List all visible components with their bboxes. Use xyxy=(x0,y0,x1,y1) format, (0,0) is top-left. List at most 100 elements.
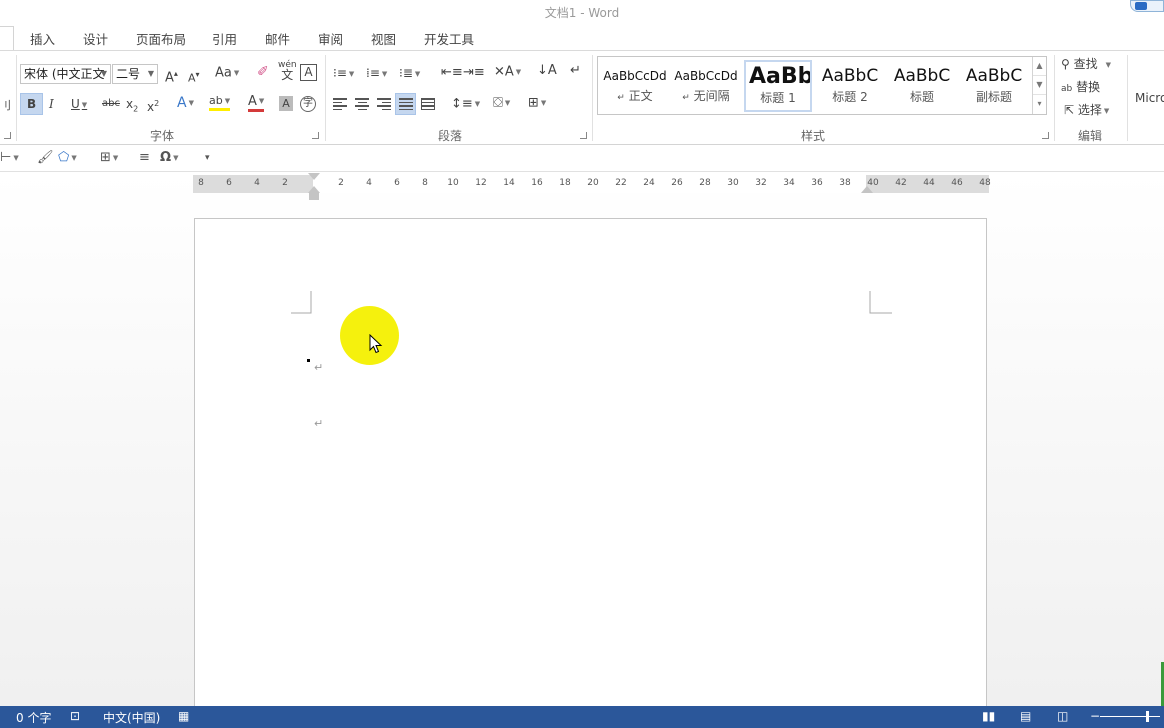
tab-references[interactable]: 引用 xyxy=(212,29,237,48)
character-shading-button[interactable]: A xyxy=(279,96,293,111)
enclose-characters-button[interactable]: 字 xyxy=(300,96,316,112)
multilevel-list-icon: ⁝≣ xyxy=(399,66,413,80)
qat-wrap-button[interactable]: ≡ xyxy=(139,150,150,165)
ruler-tick-label: 18 xyxy=(559,178,571,188)
show-marks-icon[interactable]: ↵ xyxy=(570,62,581,80)
tab-mailings[interactable]: 邮件 xyxy=(265,29,290,48)
style-subtitle[interactable]: AaBbC 副标题 xyxy=(960,60,1028,112)
align-left-icon[interactable] xyxy=(333,98,347,110)
style-normal[interactable]: AaBbCcDd ↵ 正文 xyxy=(602,60,668,112)
paragraph-launcher-icon[interactable] xyxy=(580,132,587,139)
hanging-indent-marker[interactable] xyxy=(308,186,320,193)
sort-icon[interactable]: ↓A xyxy=(537,62,557,80)
shrink-font-button[interactable]: A▾ xyxy=(188,66,200,88)
phonetic-guide-button[interactable]: wén 文 xyxy=(278,60,297,82)
tab-view[interactable]: 视图 xyxy=(371,29,396,48)
qat-clipped-button[interactable]: ⊢ ▼ xyxy=(0,150,19,165)
font-color-button[interactable]: A ▼ xyxy=(248,94,265,112)
chevron-down-icon[interactable]: ▼ xyxy=(1033,76,1046,95)
replace-label: 替换 xyxy=(1076,80,1101,94)
macro-recording-icon[interactable]: ▦ xyxy=(178,709,189,723)
qat-table-button[interactable]: ⊞ ▼ xyxy=(100,150,118,165)
chevron-up-icon[interactable]: ▲ xyxy=(1033,57,1046,76)
align-center-icon[interactable] xyxy=(355,98,369,110)
proofing-icon[interactable]: ⊡ xyxy=(70,709,80,723)
bold-button[interactable]: B xyxy=(27,95,36,113)
left-indent-marker[interactable] xyxy=(309,193,319,200)
tab-layout[interactable]: 页面布局 xyxy=(136,29,186,48)
right-indent-marker[interactable] xyxy=(861,186,873,193)
qat-shapes-button[interactable]: ⬠ ▼ xyxy=(58,150,77,165)
qat-format-painter-icon[interactable]: 🖌 xyxy=(37,150,54,165)
underline-button[interactable]: U ▼ xyxy=(71,95,87,114)
character-border-button[interactable]: A xyxy=(300,64,317,81)
subscript-button[interactable]: x2 xyxy=(126,95,138,118)
tab-design[interactable]: 设计 xyxy=(83,29,108,48)
clipboard-fragment: 刂 xyxy=(0,99,11,112)
replace-button[interactable]: ab 替换 xyxy=(1061,78,1100,98)
style-no-spacing[interactable]: AaBbCcDd ↵ 无间隔 xyxy=(672,60,740,112)
distributed-icon[interactable] xyxy=(421,98,435,110)
style-no-spacing-label: 无间隔 xyxy=(693,89,730,103)
word-count[interactable]: 0 个字 xyxy=(16,709,51,726)
italic-button[interactable]: I xyxy=(49,95,54,113)
tab-review[interactable]: 审阅 xyxy=(318,29,343,48)
select-button[interactable]: ⇱ 选择 ▼ xyxy=(1064,101,1109,120)
style-heading-1[interactable]: AaBb 标题 1 xyxy=(744,60,812,112)
gallery-more-icon[interactable]: ▾ xyxy=(1033,95,1046,114)
ruler-tick-label: 46 xyxy=(951,178,963,188)
zoom-slider[interactable] xyxy=(1100,716,1160,717)
paragraph-shading-button[interactable]: ⛋ ▼ xyxy=(493,94,510,113)
zoom-slider-thumb[interactable] xyxy=(1146,711,1149,722)
qat-customize-icon[interactable]: ▾ xyxy=(205,153,210,163)
multilevel-list-button[interactable]: ⁝≣ ▼ xyxy=(399,64,420,83)
addin-label-cutoff[interactable]: Micro xyxy=(1135,89,1164,107)
ruler-tick-label: 2 xyxy=(282,178,288,188)
line-spacing-button[interactable]: ↕≡ ▼ xyxy=(451,95,480,114)
ruler-tick-label: 8 xyxy=(422,178,428,188)
tab-home-edge[interactable] xyxy=(0,26,14,50)
read-mode-icon[interactable]: ▮▮ xyxy=(982,709,995,723)
change-case-button[interactable]: Aa ▼ xyxy=(215,64,239,83)
borders-button[interactable]: ⊞ ▼ xyxy=(528,94,546,113)
bullets-button[interactable]: ⁝≡ ▼ xyxy=(333,64,354,83)
strikethrough-button[interactable]: abc xyxy=(102,95,120,113)
print-layout-icon[interactable]: ▤ xyxy=(1020,709,1031,723)
group-separator xyxy=(16,55,17,141)
margin-corner-top-right xyxy=(869,291,892,314)
ribbon-display-toggle[interactable] xyxy=(1130,0,1164,12)
style-heading-2[interactable]: AaBbC 标题 2 xyxy=(816,60,884,112)
pointer-icon: ⇱ xyxy=(1064,103,1078,117)
web-layout-icon[interactable]: ◫ xyxy=(1057,709,1068,723)
tab-insert[interactable]: 插入 xyxy=(30,29,55,48)
increase-indent-icon[interactable]: ⇥≡ xyxy=(463,64,485,82)
qat-symbol-button[interactable]: Ω ▼ xyxy=(160,150,178,165)
font-size-select[interactable]: 二号 ▼ xyxy=(112,64,158,84)
highlight-button[interactable]: ab ▼ xyxy=(209,94,231,111)
align-right-icon[interactable] xyxy=(377,98,391,110)
first-line-indent-marker[interactable] xyxy=(308,173,320,180)
styles-launcher-icon[interactable] xyxy=(1042,132,1049,139)
find-button[interactable]: ⚲ 查找 ▼ xyxy=(1061,55,1111,74)
font-group-label: 字体 xyxy=(150,129,175,143)
text-effects-label: A xyxy=(177,95,187,111)
tab-developer[interactable]: 开发工具 xyxy=(424,29,474,48)
chinese-layout-button[interactable]: ✕A ▼ xyxy=(494,63,521,82)
font-launcher-icon[interactable] xyxy=(312,132,319,139)
zoom-out-icon[interactable]: − xyxy=(1090,709,1100,723)
text-effects-button[interactable]: A ▼ xyxy=(177,94,194,112)
language-indicator[interactable]: 中文(中国) xyxy=(103,709,160,726)
numbering-button[interactable]: ⁞≡ ▼ xyxy=(366,64,387,83)
superscript-button[interactable]: x2 xyxy=(147,95,159,116)
ruler-icon: ⊢ xyxy=(0,150,12,165)
clear-format-icon[interactable]: ✐ xyxy=(257,63,269,81)
clipboard-launcher-icon[interactable] xyxy=(4,132,11,139)
window-title: 文档1 - Word xyxy=(544,6,620,20)
style-title[interactable]: AaBbC 标题 xyxy=(888,60,956,112)
shrink-font-label: A xyxy=(188,71,196,85)
font-name-select[interactable]: 宋体 (中文正文 ▼ xyxy=(20,64,111,84)
grow-font-button[interactable]: A▴ xyxy=(165,65,178,87)
decrease-indent-icon[interactable]: ⇤≡ xyxy=(441,64,463,82)
document-page[interactable]: ↵ ↵ xyxy=(194,218,987,708)
justify-icon[interactable] xyxy=(399,98,413,110)
